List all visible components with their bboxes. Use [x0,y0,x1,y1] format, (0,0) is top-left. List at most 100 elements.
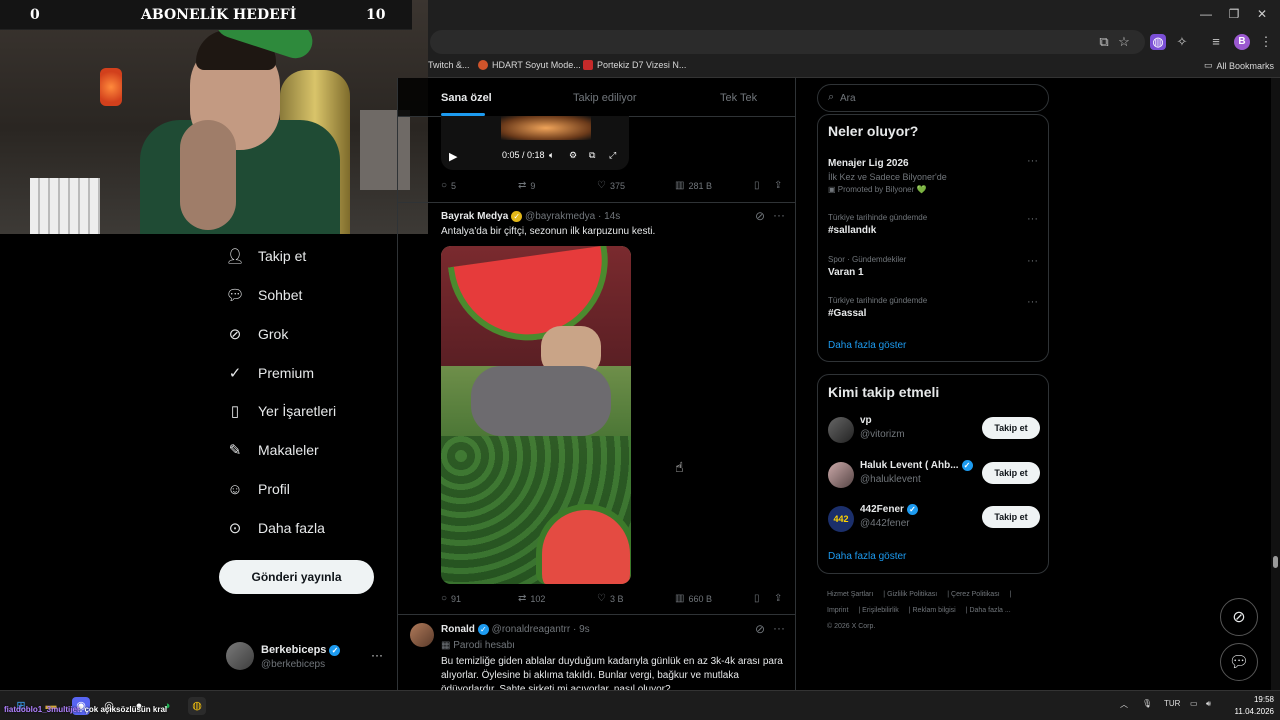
timeline: Sana özel Takip ediliyor Tek Tek ▶ 0:05 … [397,78,796,690]
scroll-thumb[interactable] [1273,556,1278,568]
search-input[interactable] [840,89,1040,107]
follow-suggestion[interactable]: 442 442Fener ✓ @442fener Takip et [828,504,1040,536]
all-bookmarks[interactable]: ▭ All Bookmarks [1204,60,1274,71]
follow-button[interactable]: Takip et [982,462,1040,484]
more-dots-icon[interactable]: ··· [1027,296,1038,308]
footer-link[interactable]: Erişilebilirlik [862,607,899,614]
footer-link[interactable]: Daha fazla ... [969,607,1010,614]
retweet-button[interactable]: ⇄ 9 [518,180,535,191]
follow-suggestion[interactable]: Haluk Levent ( Ahb... ✓ @haluklevent Taki… [828,460,1040,492]
pip-icon[interactable]: ⧉ [589,150,595,161]
menu-icon[interactable]: ⋮ [1258,34,1274,50]
chevron-up-icon[interactable]: ︿ [1120,699,1128,710]
tab-following[interactable]: Takip ediliyor [573,92,637,104]
follow-button[interactable]: Takip et [982,506,1040,528]
grok-icon[interactable]: ⊘ [755,209,765,223]
nav-chat[interactable]: 💬︎ Sohbet [225,281,302,309]
watermelon-photo[interactable] [441,246,631,584]
who-show-more[interactable]: Daha fazla göster [828,551,906,562]
more-dots-icon[interactable]: ··· [1027,213,1038,225]
footer-link[interactable]: Reklam bilgisi [913,607,956,614]
nav-follow[interactable]: 👤︎ Takip et [225,242,306,270]
keyboard [30,178,100,234]
tab-tek-tek[interactable]: Tek Tek [720,92,757,104]
more-dots-icon[interactable]: ··· [371,648,383,662]
clock[interactable]: 19:58 11.04.2026 [1222,694,1274,718]
nav-grok[interactable]: ⊘ Grok [226,320,289,348]
like-button[interactable]: ♡ 375 [597,180,625,191]
parody-label: Parodi hesabı [453,640,515,651]
more-dots-icon[interactable]: ··· [773,208,785,222]
bookmark-button[interactable]: ▯ [754,180,760,191]
footer-link[interactable]: Hizmet Şartları [827,591,873,598]
like-button[interactable]: ♡ 3 B [597,593,623,604]
language-indicator[interactable]: TUR [1164,699,1180,708]
scrollbar[interactable] [1271,78,1280,690]
grok-fab-icon[interactable]: ⊘ [1220,598,1258,636]
network-icon[interactable]: ▭ [1190,699,1198,708]
share-button[interactable]: ⇪ [774,180,782,191]
trend-item[interactable]: Spor · Gündemdekiler Varan 1 ··· [828,255,1038,278]
profile-avatar[interactable]: B [1234,34,1250,50]
address-bar[interactable] [430,30,1145,54]
trend-item[interactable]: Türkiye tarihinde gündemde #sallandık ··… [828,213,1038,236]
close-icon[interactable]: ✕ [1252,6,1272,22]
search-box[interactable]: ⌕ [817,84,1049,112]
messages-fab-icon[interactable]: 💬︎ [1220,643,1258,681]
extension-icon[interactable]: ◍ [1150,34,1166,50]
mic-icon[interactable]: 🎙︎ [1142,699,1152,708]
bookmark-item[interactable]: Twitch &... [428,60,470,70]
verified-icon: ✓ [329,644,341,656]
avatar[interactable] [410,623,434,647]
trend-item[interactable]: Menajer Lig 2026 İlk Kez ve Sadece Bilyo… [828,155,1038,194]
retweet-button[interactable]: ⇄ 102 [518,593,545,604]
footer-link[interactable]: Imprint [827,607,848,614]
tweet-text: Antalya'da bir çiftçi, sezonun ilk karpu… [441,226,656,237]
minimize-icon[interactable]: — [1196,6,1216,22]
footer-link[interactable]: Çerez Politikası [951,591,1000,598]
more-dots-icon[interactable]: ··· [773,621,785,635]
divider [398,614,795,615]
puzzle-icon[interactable]: ✧ [1174,34,1190,50]
reply-button[interactable]: ○ 5 [441,180,456,191]
settings-icon[interactable]: ⚙ [569,150,577,161]
grok-icon[interactable]: ⊘ [755,622,765,636]
video-player[interactable]: ▶ 0:05 / 0:18 🔈︎ ⚙ ⧉ ⤢ [441,116,629,170]
nav-profile[interactable]: ☺ Profil [226,475,290,503]
bookmark-button[interactable]: ▯ [754,593,760,604]
share-button[interactable]: ⇪ [774,593,782,604]
star-icon[interactable]: ☆ [1116,34,1132,50]
nav-more[interactable]: ⊙ Daha fazla [226,514,325,542]
nav-bookmarks[interactable]: ▯ Yer İşaretleri [226,397,336,425]
restore-icon[interactable]: ❐ [1224,6,1244,22]
play-icon[interactable]: ▶ [449,150,457,163]
tweet-author[interactable]: Bayrak Medya [441,211,508,222]
media-icon[interactable]: ≡ [1208,34,1224,50]
post-button[interactable]: Gönderi yayınla [219,560,374,594]
trends-show-more[interactable]: Daha fazla göster [828,340,906,351]
tab-for-you[interactable]: Sana özel [441,92,492,104]
volume-icon[interactable]: 🔈︎ [549,150,554,161]
follow-button[interactable]: Takip et [982,417,1040,439]
fullscreen-icon[interactable]: ⤢ [609,150,616,161]
chrome-icon[interactable]: ◍ [188,697,206,715]
speaker-icon[interactable]: 🔊︎ [1206,699,1211,709]
install-app-icon[interactable]: ⧉ [1096,34,1112,50]
views-button[interactable]: ▥ 281 B [675,180,712,191]
tweet-author[interactable]: Ronald [441,624,475,635]
more-dots-icon[interactable]: ··· [1027,155,1038,167]
footer-link[interactable]: Gizlilik Politikası [887,591,937,598]
reply-button[interactable]: ○ 91 [441,593,461,604]
follow-suggestion[interactable]: vp @vitorizm Takip et [828,415,1040,447]
webcam-overlay: 0 ABONELİK HEDEFİ 10 [0,0,428,234]
bookmark-item[interactable]: Portekiz D7 Vizesi N... [583,60,686,70]
account-switcher[interactable]: Berkebiceps ✓ @berkebiceps ··· [226,640,386,676]
tweet-handle[interactable]: @ronaldreagantrr [492,624,571,635]
bookmark-item[interactable]: HDART Soyut Mode... [478,60,581,70]
trend-item[interactable]: Türkiye tarihinde gündemde #Gassal ··· [828,296,1038,319]
views-button[interactable]: ▥ 660 B [675,593,712,604]
more-dots-icon[interactable]: ··· [1027,255,1038,267]
nav-articles[interactable]: ✎ Makaleler [226,436,319,464]
nav-premium[interactable]: ✓ Premium [226,359,314,387]
tweet-handle[interactable]: @bayrakmedya [525,211,595,222]
